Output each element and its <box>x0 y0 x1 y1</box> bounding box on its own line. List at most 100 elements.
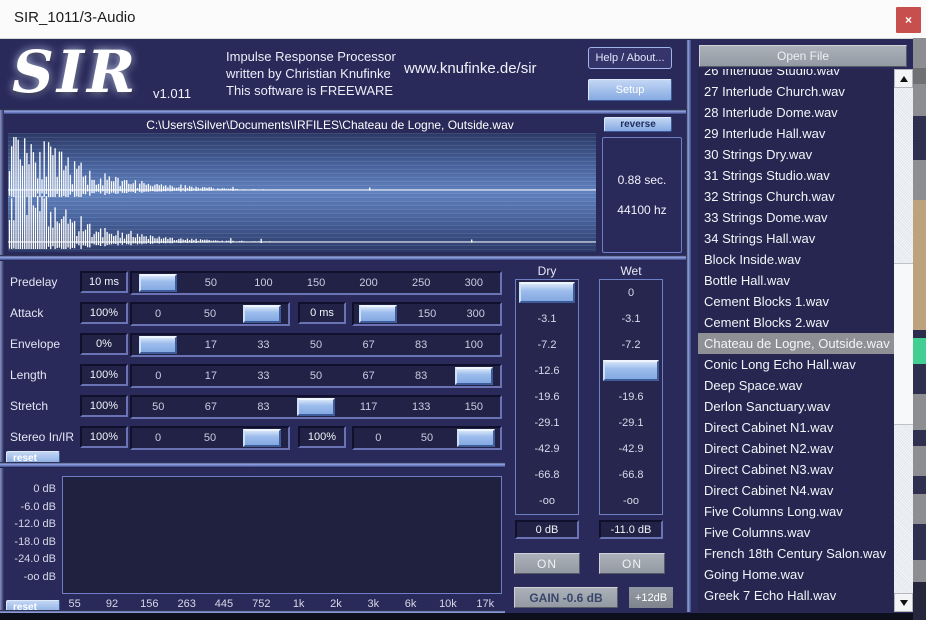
slider-row: Length100%01733506783 <box>0 361 505 392</box>
wet-slider[interactable]: 0-3.1-7.2-12.6-19.6-29.1-42.9-66.8-oo <box>599 279 663 515</box>
file-list-item[interactable]: 28 Interlude Dome.wav <box>698 102 894 123</box>
file-list-item[interactable]: Direct Cabinet N2.wav <box>698 438 894 459</box>
slider-handle-cell <box>354 304 403 324</box>
setup-button[interactable]: Setup <box>588 79 672 101</box>
slider-tick-label: 67 <box>185 397 238 417</box>
file-list-item[interactable]: 31 Strings Studio.wav <box>698 165 894 186</box>
slider-tick-label: 83 <box>237 397 290 417</box>
slider-tick-label: 0 <box>132 428 184 448</box>
slider-tick-label: 0 <box>354 428 403 448</box>
slider-value-box: 100% <box>80 302 128 324</box>
file-list-item[interactable]: 29 Interlude Hall.wav <box>698 123 894 144</box>
mixer-handle[interactable] <box>603 360 659 381</box>
boost-12db-button[interactable]: +12dB <box>629 587 673 608</box>
close-button[interactable]: × <box>896 7 921 33</box>
eq-db-label: 0 dB <box>33 483 56 495</box>
ir-samplerate: 44100 hz <box>617 203 666 217</box>
ir-duration: 0.88 sec. <box>618 173 667 187</box>
file-list-item[interactable]: Chateau de Logne, Outside.wav <box>698 333 894 354</box>
file-list-item[interactable]: Five Columns.wav <box>698 522 894 543</box>
file-list-item[interactable]: 30 Strings Dry.wav <box>698 144 894 165</box>
file-list-item[interactable]: 34 Strings Hall.wav <box>698 228 894 249</box>
dry-on-button[interactable]: ON <box>514 553 580 574</box>
slider-tick-label: 83 <box>395 366 448 386</box>
file-list-item[interactable]: Direct Cabinet N1.wav <box>698 417 894 438</box>
file-list-item[interactable]: Direct Cabinet N3.wav <box>698 459 894 480</box>
file-list-item[interactable]: Direct Cabinet N4.wav <box>698 480 894 501</box>
file-list-item[interactable]: Bottle Hall.wav <box>698 270 894 291</box>
dry-slider[interactable]: 0-3.1-7.2-12.6-19.6-29.1-42.9-66.8-oo <box>515 279 579 515</box>
eq-frequency-label: 10k <box>429 598 466 610</box>
slider-tick-label: 50 <box>403 428 452 448</box>
slider-label: Attack <box>10 306 43 320</box>
scroll-down-button[interactable] <box>894 593 913 612</box>
file-list-item[interactable]: Five Columns Long.wav <box>698 501 894 522</box>
waveform-graphic <box>8 133 596 252</box>
eq-frequency-label: 17k <box>467 598 504 610</box>
slider-handle[interactable] <box>457 429 495 447</box>
eq-db-label: -24.0 dB <box>14 553 56 565</box>
file-list-item[interactable]: 33 Strings Dome.wav <box>698 207 894 228</box>
slider-value-box: 100% <box>80 426 128 448</box>
window-bottom-edge <box>0 613 913 620</box>
slider-track[interactable]: 506783117133150 <box>130 395 502 419</box>
file-list-item[interactable]: Cement Blocks 1.wav <box>698 291 894 312</box>
file-list-item[interactable]: 32 Strings Church.wav <box>698 186 894 207</box>
website-link[interactable]: www.knufinke.de/sir <box>404 60 537 77</box>
mixer-tick-label: -42.9 <box>600 436 662 462</box>
help-about-button[interactable]: Help / About... <box>588 47 672 69</box>
mixer-tick-label: -66.8 <box>600 462 662 488</box>
file-list-item[interactable]: 27 Interlude Church.wav <box>698 81 894 102</box>
wet-on-button[interactable]: ON <box>599 553 665 574</box>
eq-frequency-label: 2k <box>317 598 354 610</box>
slider-value-box: 100% <box>80 395 128 417</box>
file-list-item[interactable]: Deep Space.wav <box>698 375 894 396</box>
eq-frequency-label: 3k <box>355 598 392 610</box>
scrollbar-thumb[interactable] <box>894 263 913 425</box>
file-list-item[interactable]: 26 Interlude Studio.wav <box>698 69 894 81</box>
file-list-item[interactable]: Conic Long Echo Hall.wav <box>698 354 894 375</box>
slider-handle[interactable] <box>139 274 177 292</box>
eq-frequency-label: 156 <box>131 598 168 610</box>
file-list-item[interactable]: Cement Blocks 2.wav <box>698 312 894 333</box>
eq-frequency-label: 92 <box>93 598 130 610</box>
scroll-up-icon <box>900 76 908 82</box>
slider-track[interactable]: 50100150200250300 <box>130 271 502 295</box>
file-list-item[interactable]: French 18th Century Salon.wav <box>698 543 894 564</box>
slider-track[interactable]: 150300 <box>352 302 502 326</box>
scroll-up-button[interactable] <box>894 69 913 88</box>
slider-handle[interactable] <box>297 398 335 416</box>
slider-value-box: 0% <box>80 333 128 355</box>
slider-handle[interactable] <box>139 336 177 354</box>
slider-value-box: 0 ms <box>298 302 346 324</box>
sir-plugin-window: SIR_1011/3-Audio × SIR v1.011 Impulse Re… <box>0 0 926 620</box>
slider-tick-label: 0 <box>132 366 185 386</box>
eq-db-scale: 0 dB-6.0 dB-12.0 dB-18.0 dB-24.0 dB-oo d… <box>0 483 56 583</box>
slider-handle[interactable] <box>243 429 281 447</box>
eq-frequency-label: 55 <box>56 598 93 610</box>
slider-tick-label: 150 <box>290 273 343 293</box>
eq-graph-area[interactable] <box>62 476 502 594</box>
gain-button[interactable]: GAIN -0.6 dB <box>514 587 618 608</box>
slider-track[interactable]: 050 <box>130 426 290 450</box>
slider-tick-label: 150 <box>447 397 500 417</box>
file-list-scrollbar[interactable] <box>894 69 913 612</box>
slider-tick-label: 100 <box>447 335 500 355</box>
reverse-button[interactable]: reverse <box>604 117 672 132</box>
file-list-item[interactable]: Derlon Sanctuary.wav <box>698 396 894 417</box>
slider-track[interactable]: 050 <box>352 426 502 450</box>
file-list-item[interactable]: Greek 7 Echo Hall.wav <box>698 585 894 606</box>
slider-handle[interactable] <box>359 305 397 323</box>
slider-handle[interactable] <box>455 367 493 385</box>
slider-track[interactable]: 050 <box>130 302 290 326</box>
file-list-item[interactable]: Going Home.wav <box>698 564 894 585</box>
tagline-line-1: Impulse Response Processor <box>226 48 396 65</box>
slider-handle[interactable] <box>243 305 281 323</box>
slider-tick-label: 50 <box>290 366 343 386</box>
slider-track[interactable]: 01733506783 <box>130 364 502 388</box>
file-list-item[interactable]: Block Inside.wav <box>698 249 894 270</box>
slider-track[interactable]: 1733506783100 <box>130 333 502 357</box>
open-file-button[interactable]: Open File <box>699 45 907 67</box>
slider-tick-label: 133 <box>395 397 448 417</box>
mixer-handle[interactable] <box>519 282 575 303</box>
